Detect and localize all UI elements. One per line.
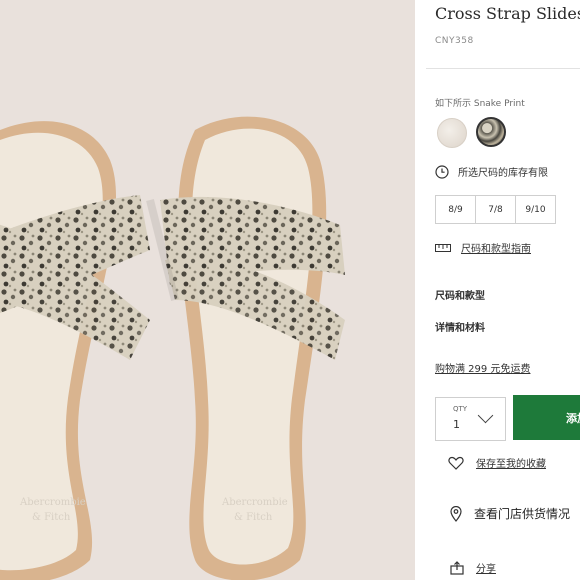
- sandals-image: Abercrombie & Fitch Abercrombie & Fitch: [0, 116, 345, 580]
- chevron-down-icon: [477, 407, 494, 424]
- wishlist-text: 保存至我的收藏: [476, 459, 546, 470]
- location-pin-icon: [450, 505, 462, 522]
- size-guide-text: 尺码和款型指南: [461, 244, 531, 255]
- quantity-selector[interactable]: QTY 1: [435, 397, 506, 441]
- size-selector: 8/9 7/8 9/10: [435, 195, 556, 224]
- section-size-fit[interactable]: 尺码和款型: [435, 287, 485, 302]
- store-availability-link[interactable]: 查看门店供货情况: [450, 505, 570, 522]
- stock-notice-text: 所选尺码的库存有限: [458, 168, 548, 179]
- share-link[interactable]: 分享: [450, 560, 496, 575]
- svg-text:Abercrombie: Abercrombie: [221, 497, 288, 508]
- add-to-bag-button[interactable]: 添加: [513, 395, 580, 440]
- svg-text:& Fitch: & Fitch: [32, 512, 71, 523]
- store-availability-text: 查看门店供货情况: [474, 507, 571, 521]
- color-label: 如下所示 Snake Print: [435, 99, 525, 109]
- divider: [426, 68, 580, 69]
- product-sku: CNY358: [435, 36, 474, 46]
- color-swatch-snake-print[interactable]: [476, 117, 506, 147]
- quantity-value: 1: [453, 418, 460, 431]
- share-icon: [450, 560, 464, 575]
- color-swatch-white[interactable]: [437, 118, 467, 148]
- section-details[interactable]: 详情和材料: [435, 319, 485, 334]
- size-guide-link[interactable]: 尺码和款型指南: [435, 240, 531, 255]
- size-option[interactable]: 8/9: [435, 195, 476, 224]
- product-title: Cross Strap Slides: [435, 4, 580, 23]
- size-option[interactable]: 9/10: [515, 195, 556, 224]
- wishlist-link[interactable]: 保存至我的收藏: [448, 455, 546, 470]
- product-photo: Abercrombie & Fitch Abercrombie & Fitch: [0, 0, 415, 580]
- shipping-link[interactable]: 购物满 299 元免运费: [435, 360, 530, 375]
- ruler-icon: [435, 243, 451, 252]
- share-text: 分享: [476, 564, 496, 575]
- heart-icon: [448, 456, 464, 470]
- clock-icon: [435, 164, 449, 179]
- stock-notice: 所选尺码的库存有限: [435, 164, 548, 179]
- svg-text:Abercrombie: Abercrombie: [19, 497, 86, 508]
- quantity-label: QTY: [453, 405, 468, 413]
- svg-text:& Fitch: & Fitch: [234, 512, 273, 523]
- size-option[interactable]: 7/8: [475, 195, 516, 224]
